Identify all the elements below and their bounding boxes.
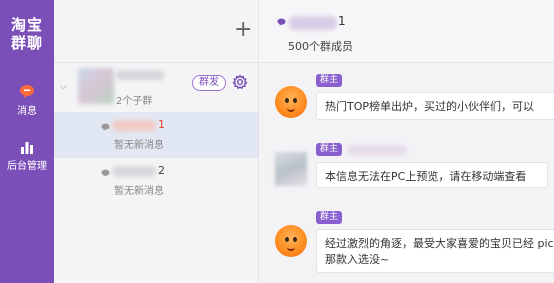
member-count: 500个群成员 — [288, 40, 353, 53]
chat-bubble-icon — [101, 123, 110, 131]
nav-admin-label: 后台管理 — [7, 161, 47, 172]
message-bubble[interactable]: 热门TOP榜单出炉，买过的小伙伴们，可以 — [316, 92, 554, 120]
subgroup-name-suffix: 1 — [158, 118, 165, 131]
nav-messages[interactable]: 消息 — [0, 84, 54, 117]
group-avatar — [78, 68, 114, 104]
logo-line-1: 淘宝 — [10, 16, 43, 34]
subgroup-name-redacted — [112, 166, 156, 177]
avatar[interactable] — [275, 152, 307, 186]
sender-name-redacted — [347, 145, 407, 155]
message-bubble-icon — [20, 85, 34, 98]
gear-icon[interactable] — [232, 74, 248, 90]
chat-bubble-icon — [101, 169, 110, 177]
subgroup-name-redacted — [112, 120, 156, 131]
mass-send-button[interactable]: 群发 — [192, 75, 226, 91]
message-bubble[interactable]: 经过激烈的角逐，最受大家喜爱的宝贝已经 pick那款入选没~ — [316, 229, 554, 273]
subgroup-item[interactable]: 2 暂无新消息 — [54, 158, 258, 204]
avatar[interactable] — [275, 86, 307, 118]
chat-header: 1 500个群成员 — [259, 0, 554, 63]
group-subgroup-count: 2个子群 — [116, 96, 153, 107]
logo-line-2: 群聊 — [10, 34, 43, 52]
app-logo: 淘宝 群聊 — [0, 16, 54, 52]
avatar[interactable] — [275, 225, 307, 257]
chat-panel: 1 500个群成员 群主 热门TOP榜单出炉，买过的小伙伴们，可以 群主 本信息… — [259, 0, 554, 283]
group-name-redacted — [116, 70, 164, 80]
left-rail: 淘宝 群聊 消息 后台管理 — [0, 0, 54, 283]
nav-admin[interactable]: 后台管理 — [0, 141, 54, 172]
subgroup-status: 暂无新消息 — [114, 186, 164, 197]
bar-chart-icon — [21, 142, 33, 154]
add-group-button[interactable]: + — [234, 19, 252, 41]
chat-name-suffix: 1 — [338, 14, 346, 28]
role-badge: 群主 — [316, 211, 343, 224]
group-list-panel: + ⌵ 2个子群 群发 1 暂无新消息 2 暂无新消息 — [54, 0, 259, 283]
subgroup-name-suffix: 2 — [158, 164, 165, 177]
group-row[interactable]: ⌵ 2个子群 群发 — [54, 62, 258, 112]
chat-bubble-icon — [277, 18, 286, 26]
chevron-down-icon[interactable]: ⌵ — [60, 82, 67, 92]
subgroup-item[interactable]: 1 暂无新消息 — [54, 112, 258, 158]
role-badge: 群主 — [316, 74, 343, 87]
subgroup-status: 暂无新消息 — [114, 140, 164, 151]
chat-name-redacted — [289, 16, 337, 30]
message-bubble[interactable]: 本信息无法在PC上预览，请在移动端查看 — [316, 162, 548, 188]
role-badge: 群主 — [316, 143, 343, 156]
group-list-header: + — [54, 0, 258, 63]
nav-messages-label: 消息 — [17, 106, 37, 117]
